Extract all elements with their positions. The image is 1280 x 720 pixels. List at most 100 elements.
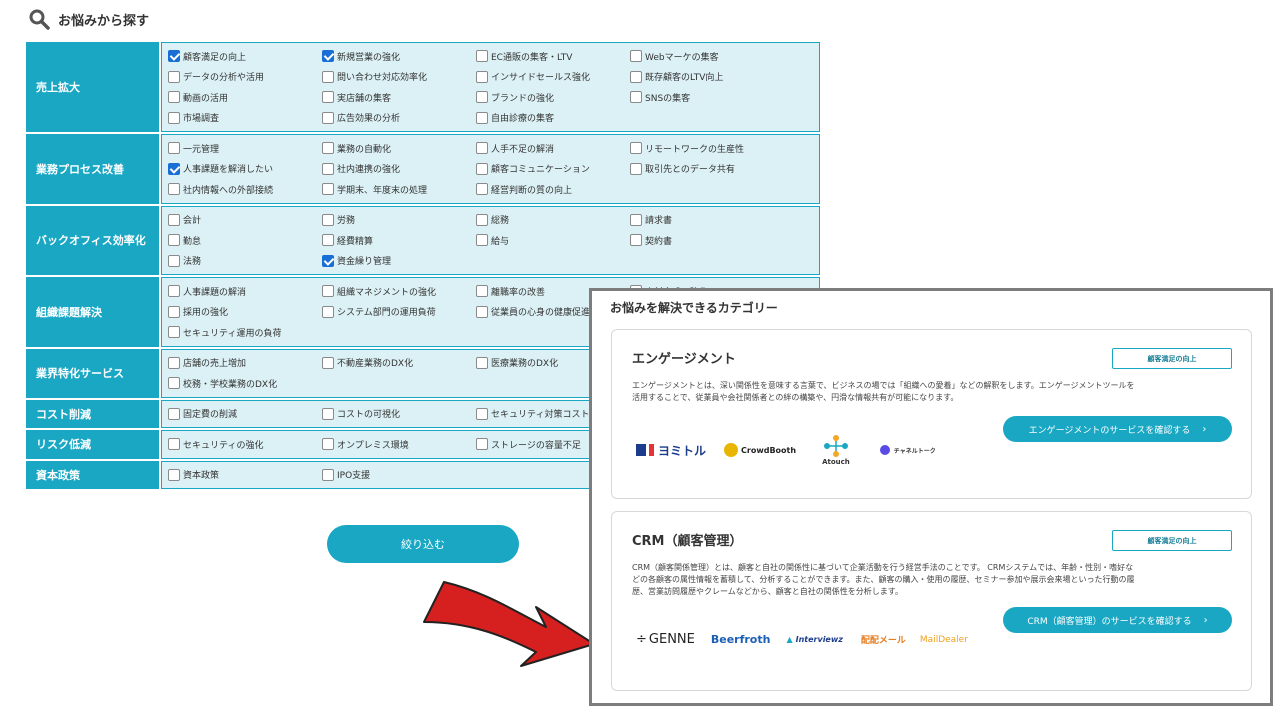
concern-checkbox[interactable]: 取引先とのデータ共有 [630,159,819,180]
concern-checkbox[interactable]: 固定費の削減 [168,404,322,425]
checkbox-empty-icon[interactable] [476,234,488,247]
checkbox-empty-icon[interactable] [168,213,180,226]
checkbox-empty-icon[interactable] [630,234,642,247]
concern-checkbox[interactable]: 実店舗の集客 [322,87,476,108]
concern-checkbox[interactable]: 契約書 [630,230,819,251]
checkbox-empty-icon[interactable] [322,162,334,175]
checkbox-checked-icon[interactable] [322,254,334,267]
concern-checkbox[interactable]: 人手不足の解消 [476,138,630,159]
checkbox-empty-icon[interactable] [476,50,488,63]
checkbox-empty-icon[interactable] [322,468,334,481]
concern-checkbox[interactable]: 労務 [322,210,476,231]
concern-checkbox[interactable]: リモートワークの生産性 [630,138,819,159]
concern-checkbox[interactable]: セキュリティ運用の負荷 [168,322,322,343]
concern-checkbox[interactable]: システム部門の運用負荷 [322,302,476,323]
concern-checkbox[interactable]: 店舗の売上増加 [168,353,322,374]
checkbox-empty-icon[interactable] [476,285,488,298]
concern-checkbox[interactable]: 勤怠 [168,230,322,251]
checkbox-empty-icon[interactable] [322,407,334,420]
checkbox-empty-icon[interactable] [322,70,334,83]
checkbox-empty-icon[interactable] [168,254,180,267]
checkbox-empty-icon[interactable] [168,468,180,481]
checkbox-empty-icon[interactable] [168,234,180,247]
concern-checkbox[interactable]: 動画の活用 [168,87,322,108]
checkbox-empty-icon[interactable] [476,183,488,196]
concern-checkbox[interactable]: 市場調査 [168,108,322,129]
concern-checkbox[interactable]: データの分析や活用 [168,67,322,88]
concern-checkbox[interactable]: 顧客満足の向上 [168,46,322,67]
concern-checkbox[interactable]: 業務の自動化 [322,138,476,159]
checkbox-empty-icon[interactable] [322,142,334,155]
concern-checkbox[interactable]: 法務 [168,251,322,272]
concern-checkbox[interactable]: 社内情報への外部接続 [168,179,322,200]
concern-checkbox[interactable]: インサイドセールス強化 [476,67,630,88]
checkbox-empty-icon[interactable] [630,162,642,175]
checkbox-empty-icon[interactable] [476,91,488,104]
checkbox-empty-icon[interactable] [322,234,334,247]
concern-checkbox[interactable]: 給与 [476,230,630,251]
concern-checkbox[interactable]: 採用の強化 [168,302,322,323]
concern-checkbox[interactable]: 学期末、年度末の処理 [322,179,476,200]
checkbox-empty-icon[interactable] [322,111,334,124]
concern-checkbox[interactable]: 顧客コミュニケーション [476,159,630,180]
concern-checkbox[interactable]: 一元管理 [168,138,322,159]
concern-checkbox[interactable]: 人事課題を解消したい [168,159,322,180]
concern-checkbox[interactable]: IPO支援 [322,465,476,486]
concern-checkbox[interactable]: ブランドの強化 [476,87,630,108]
checkbox-empty-icon[interactable] [168,91,180,104]
checkbox-empty-icon[interactable] [322,91,334,104]
concern-checkbox[interactable]: 経費精算 [322,230,476,251]
concern-checkbox[interactable]: 不動産業務のDX化 [322,353,476,374]
concern-checkbox[interactable]: 既存顧客のLTV向上 [630,67,819,88]
checkbox-empty-icon[interactable] [322,305,334,318]
checkbox-checked-icon[interactable] [168,50,180,63]
checkbox-empty-icon[interactable] [630,91,642,104]
checkbox-empty-icon[interactable] [168,142,180,155]
concern-checkbox[interactable]: 校務・学校業務のDX化 [168,373,322,394]
concern-checkbox[interactable]: 会計 [168,210,322,231]
concern-checkbox[interactable]: 自由診療の集客 [476,108,630,129]
checkbox-checked-icon[interactable] [322,50,334,63]
checkbox-empty-icon[interactable] [168,377,180,390]
checkbox-checked-icon[interactable] [168,162,180,175]
checkbox-empty-icon[interactable] [476,70,488,83]
checkbox-empty-icon[interactable] [630,50,642,63]
checkbox-empty-icon[interactable] [476,142,488,155]
checkbox-empty-icon[interactable] [322,213,334,226]
checkbox-empty-icon[interactable] [630,213,642,226]
checkbox-empty-icon[interactable] [168,111,180,124]
checkbox-empty-icon[interactable] [630,142,642,155]
concern-checkbox[interactable]: コストの可視化 [322,404,476,425]
concern-checkbox[interactable]: EC通販の集客・LTV [476,46,630,67]
checkbox-empty-icon[interactable] [322,183,334,196]
concern-checkbox[interactable]: 総務 [476,210,630,231]
checkbox-empty-icon[interactable] [476,356,488,369]
checkbox-empty-icon[interactable] [168,356,180,369]
checkbox-empty-icon[interactable] [322,356,334,369]
concern-checkbox[interactable]: 新規営業の強化 [322,46,476,67]
concern-checkbox[interactable]: 資金繰り管理 [322,251,476,272]
concern-checkbox[interactable]: 経営判断の質の向上 [476,179,630,200]
concern-checkbox[interactable]: 人事課題の解消 [168,281,322,302]
concern-checkbox[interactable]: 請求書 [630,210,819,231]
checkbox-empty-icon[interactable] [476,438,488,451]
engagement-service-button[interactable]: エンゲージメントのサービスを確認する › [1003,416,1232,442]
checkbox-empty-icon[interactable] [168,70,180,83]
checkbox-empty-icon[interactable] [168,438,180,451]
crm-service-button[interactable]: CRM（顧客管理）のサービスを確認する › [1003,607,1232,633]
concern-checkbox[interactable]: 社内連携の強化 [322,159,476,180]
concern-checkbox[interactable]: 問い合わせ対応効率化 [322,67,476,88]
checkbox-empty-icon[interactable] [168,326,180,339]
filter-button[interactable]: 絞り込む [327,525,519,563]
checkbox-empty-icon[interactable] [476,213,488,226]
concern-checkbox[interactable]: 資本政策 [168,465,322,486]
concern-checkbox[interactable]: セキュリティの強化 [168,434,322,455]
checkbox-empty-icon[interactable] [630,70,642,83]
concern-checkbox[interactable]: 広告効果の分析 [322,108,476,129]
concern-checkbox[interactable]: 組織マネジメントの強化 [322,281,476,302]
checkbox-empty-icon[interactable] [322,285,334,298]
concern-checkbox[interactable]: Webマーケの集客 [630,46,819,67]
checkbox-empty-icon[interactable] [168,183,180,196]
checkbox-empty-icon[interactable] [476,162,488,175]
concern-checkbox[interactable]: SNSの集客 [630,87,819,108]
